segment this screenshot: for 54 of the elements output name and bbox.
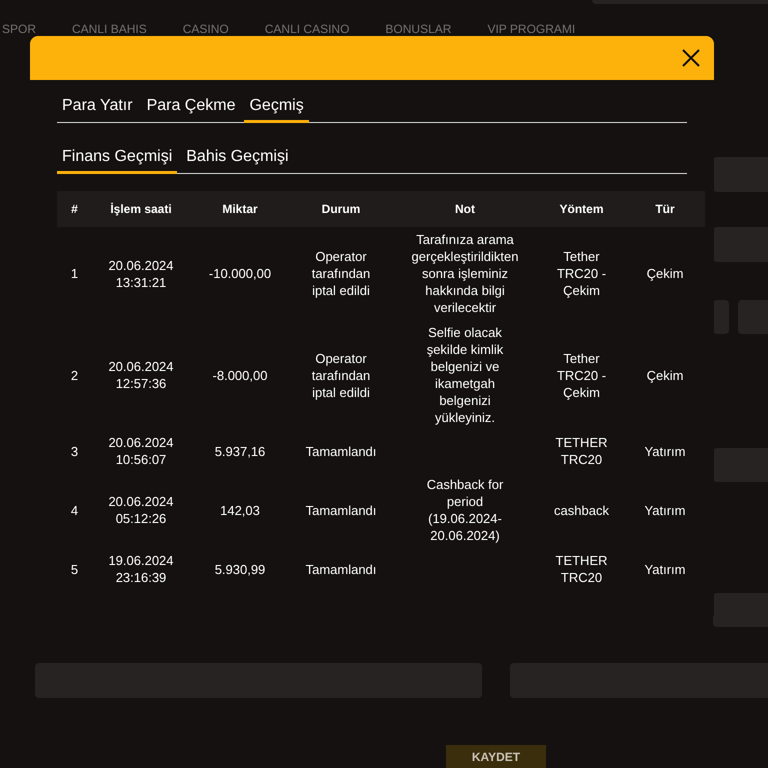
- table-cell: TETHER TRC20: [556, 435, 608, 467]
- close-icon: [681, 48, 701, 68]
- column-header: Miktar: [190, 191, 290, 227]
- column-header: Not: [392, 191, 538, 227]
- column-header: İşlem saati: [92, 191, 190, 227]
- table-cell: 3: [70, 444, 78, 458]
- nav-link[interactable]: SPOR: [2, 20, 36, 38]
- table-cell: 5: [70, 562, 78, 576]
- table-cell: Tether TRC20 - Çekim: [556, 249, 606, 298]
- table-cell: Tamamlandı: [306, 502, 376, 518]
- table-cell: cashback: [554, 502, 609, 518]
- table-cell: 20.06.2024 05:12:26: [108, 494, 174, 526]
- table-cell: Selfie olacak şekilde kimlik belgenizi ve ikametgah belgenizi yükleyiniz.: [426, 325, 504, 425]
- table-cell: Cashback for period (19.06.2024-20.06.2024): [426, 477, 504, 543]
- table-cell: 142,03: [220, 502, 260, 518]
- table-cell: Tamamlandı: [306, 444, 376, 458]
- table-cell: Operator tarafından iptal edildi: [312, 249, 370, 298]
- table-cell: -10.000,00: [208, 266, 272, 281]
- tab[interactable]: Para Çekme: [142, 94, 240, 123]
- table-cell: Yatırım: [644, 562, 686, 576]
- table-cell: Yatırım: [644, 444, 686, 458]
- column-header: Durum: [290, 191, 392, 227]
- column-header: Tür: [625, 191, 705, 227]
- table-cell: 20.06.2024 13:31:21: [108, 258, 174, 290]
- table-cell: Çekim: [646, 266, 684, 281]
- table-cell: Tarafınıza arama gerçekleştirildikten sonra işleminiz hakkında bilgi verilecektir: [412, 232, 518, 315]
- table-cell: Operator tarafından iptal edildi: [312, 350, 370, 400]
- table-cell: -8.000,00: [212, 368, 268, 382]
- nav-link[interactable]: CANLI BAHIS: [72, 20, 147, 38]
- nav-link[interactable]: CANLI CASINO: [264, 20, 350, 38]
- column-header: Yöntem: [538, 191, 625, 227]
- table-cell: TETHER TRC20: [556, 553, 608, 585]
- column-header: #: [57, 191, 92, 227]
- table-cell: 20.06.2024 12:57:36: [108, 359, 174, 391]
- tab[interactable]: Finans Geçmişi: [57, 145, 178, 174]
- table-cell: 19.06.2024 23:16:39: [108, 553, 174, 585]
- table-cell: 1: [70, 266, 78, 281]
- table-cell: 20.06.2024 10:56:07: [108, 435, 174, 467]
- nav-link[interactable]: VIP PROGRAMI: [487, 20, 576, 38]
- table-cell: 5.937,16: [214, 444, 266, 458]
- nav-link[interactable]: CASINO: [182, 20, 229, 38]
- table-cell: 5.930,99: [214, 562, 266, 576]
- table-cell: Tamamlandı: [306, 562, 376, 576]
- tab[interactable]: Para Yatır: [57, 94, 138, 123]
- table-cell: 4: [70, 502, 78, 518]
- nav-link[interactable]: BONUSLAR: [385, 20, 452, 38]
- save-button[interactable]: KAYDET: [446, 745, 546, 768]
- table-cell: Çekim: [646, 368, 684, 382]
- tab[interactable]: Bahis Geçmişi: [181, 145, 294, 174]
- close-button[interactable]: [680, 47, 702, 69]
- table-cell: 2: [70, 368, 78, 382]
- table-cell: Tether TRC20 - Çekim: [556, 350, 606, 400]
- tab[interactable]: Geçmiş: [244, 94, 309, 123]
- table-cell: Yatırım: [644, 502, 686, 518]
